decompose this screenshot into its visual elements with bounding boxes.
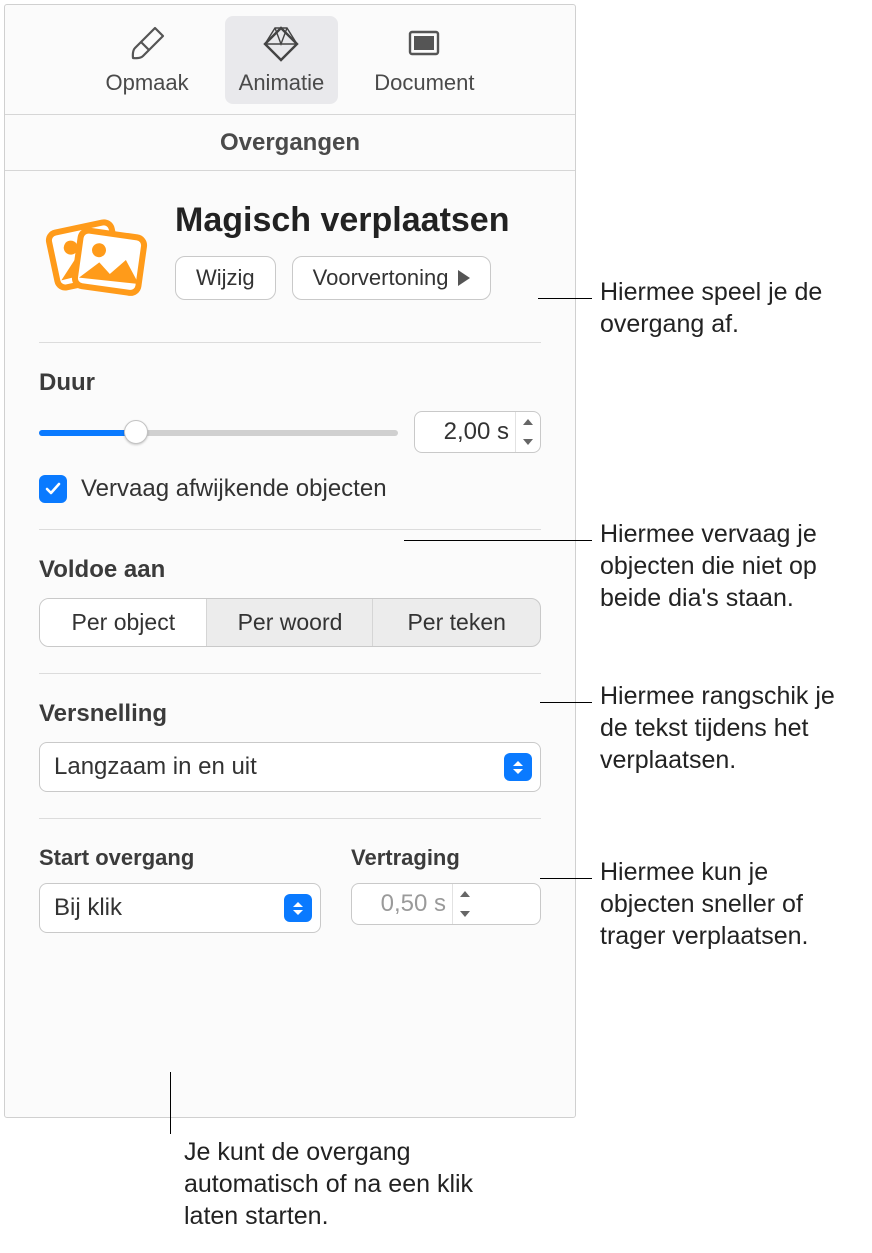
delay-stepper[interactable] [351, 883, 541, 925]
match-segmented: Per object Per woord Per teken [39, 598, 541, 647]
inspector-panel: Opmaak Animatie Document Overgangen [4, 4, 576, 1118]
updown-icon [504, 753, 532, 781]
match-label: Voldoe aan [39, 556, 541, 584]
subheader-label: Overgangen [220, 129, 360, 157]
diamond-icon [261, 24, 301, 64]
delay-step-up[interactable] [453, 884, 477, 904]
callout-start: Je kunt de overgang automatisch of na ee… [184, 1136, 484, 1232]
delay-step-down[interactable] [453, 904, 477, 924]
delay-input[interactable] [352, 884, 452, 924]
accel-label: Versnelling [39, 700, 541, 728]
duration-label: Duur [39, 369, 541, 397]
tab-format-label: Opmaak [105, 70, 188, 96]
callout-preview: Hiermee speel je de overgang af. [600, 276, 860, 340]
accel-select-value: Langzaam in en uit [54, 753, 257, 780]
match-option-object[interactable]: Per object [40, 599, 207, 646]
preview-button-label: Voorvertoning [313, 265, 449, 291]
duration-stepper[interactable] [414, 411, 541, 453]
tab-animate[interactable]: Animatie [225, 16, 339, 104]
tab-format[interactable]: Opmaak [91, 16, 202, 104]
change-button-label: Wijzig [196, 265, 255, 291]
preview-button[interactable]: Voorvertoning [292, 256, 492, 300]
brush-icon [127, 24, 167, 64]
match-option-word[interactable]: Per woord [207, 599, 374, 646]
document-icon [404, 24, 444, 64]
change-button[interactable]: Wijzig [175, 256, 276, 300]
callout-accel: Hiermee kun je objecten sneller of trage… [600, 856, 860, 952]
subheader-transitions: Overgangen [5, 115, 575, 171]
tab-animate-label: Animatie [239, 70, 325, 96]
fade-checkbox-label: Vervaag afwijkende objecten [81, 475, 387, 503]
start-select-value: Bij klik [54, 894, 122, 921]
transition-title: Magisch verplaatsen [175, 201, 541, 240]
tab-document-label: Document [374, 70, 474, 96]
tab-document[interactable]: Document [360, 16, 488, 104]
duration-input[interactable] [415, 412, 515, 452]
start-label: Start overgang [39, 845, 321, 871]
duration-step-down[interactable] [516, 432, 540, 452]
callout-fade: Hiermee vervaag je objecten die niet op … [600, 518, 860, 614]
updown-icon [284, 894, 312, 922]
inspector-tabbar: Opmaak Animatie Document [5, 5, 575, 115]
callout-match: Hiermee rangschik je de tekst tijdens he… [600, 680, 860, 776]
play-icon [458, 270, 470, 286]
fade-checkbox[interactable] [39, 475, 67, 503]
match-option-char[interactable]: Per teken [373, 599, 540, 646]
accel-select[interactable]: Langzaam in en uit [39, 742, 541, 792]
start-select[interactable]: Bij klik [39, 883, 321, 933]
duration-step-up[interactable] [516, 412, 540, 432]
duration-slider[interactable] [39, 412, 398, 452]
delay-label: Vertraging [351, 845, 541, 871]
transition-thumbnail-icon [39, 201, 149, 316]
